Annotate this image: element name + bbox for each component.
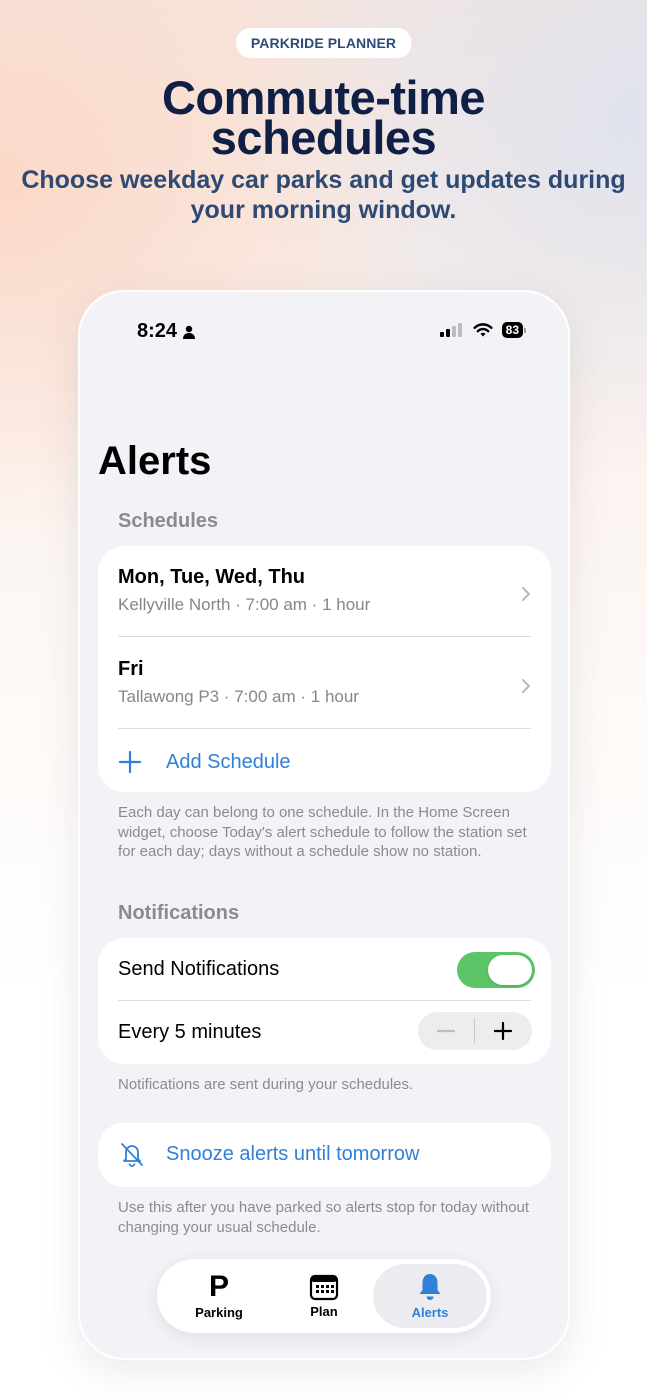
schedule-days: Fri bbox=[118, 658, 144, 680]
increment-button[interactable] bbox=[475, 1012, 531, 1050]
person-icon bbox=[183, 325, 196, 339]
chevron-right-icon bbox=[522, 679, 530, 693]
tab-parking[interactable]: P Parking bbox=[163, 1264, 275, 1328]
divider bbox=[118, 728, 531, 729]
app-name-badge: PARKRIDE PLANNER bbox=[235, 28, 412, 58]
schedules-footer: Each day can belong to one schedule. In … bbox=[118, 804, 527, 860]
snooze-row: Snooze alerts until tomorrow bbox=[118, 1140, 531, 1168]
plus-icon bbox=[118, 750, 142, 774]
snooze-label: Snooze alerts until tomorrow bbox=[166, 1142, 420, 1165]
bell-icon bbox=[419, 1274, 441, 1300]
interval-row: Every 5 minutes bbox=[98, 1000, 551, 1064]
tab-alerts[interactable]: Alerts bbox=[373, 1264, 487, 1328]
promo-headline: Commute-time schedules bbox=[0, 74, 647, 164]
phone-frame: 8:24 83 Alerts Schedules Mon, Tue, Wed, … bbox=[78, 290, 570, 1360]
notifications-header: Notifications bbox=[118, 902, 240, 924]
bell-slash-icon bbox=[121, 1143, 143, 1167]
add-schedule-button[interactable]: Add Schedule bbox=[118, 746, 531, 778]
plus-icon bbox=[494, 1022, 512, 1040]
snooze-button[interactable]: Snooze alerts until tomorrow bbox=[98, 1123, 551, 1187]
calendar-icon bbox=[309, 1274, 339, 1301]
schedule-details: Tallawong P3 · 7:00 am · 1 hour bbox=[118, 687, 359, 706]
add-schedule-label: Add Schedule bbox=[166, 750, 291, 773]
schedule-days: Mon, Tue, Wed, Thu bbox=[118, 566, 306, 588]
schedule-row-fri[interactable]: Fri Tallawong P3 · 7:00 am · 1 hour bbox=[118, 658, 531, 714]
notifications-card: Send Notifications Every 5 minutes bbox=[98, 938, 551, 1064]
notifications-footer: Notifications are sent during your sched… bbox=[118, 1076, 414, 1093]
chevron-right-icon bbox=[522, 587, 530, 601]
status-indicators: 83 bbox=[439, 322, 526, 338]
battery-tip bbox=[524, 327, 526, 333]
status-time: 8:24 bbox=[137, 320, 196, 343]
interval-stepper bbox=[418, 1012, 532, 1050]
minus-icon bbox=[437, 1029, 455, 1033]
tab-plan-label: Plan bbox=[310, 1304, 338, 1319]
battery-level: 83 bbox=[501, 322, 523, 338]
schedule-row-mon-thu[interactable]: Mon, Tue, Wed, Thu Kellyville North · 7:… bbox=[118, 566, 531, 622]
snooze-footer: Use this after you have parked so alerts… bbox=[118, 1199, 530, 1236]
schedule-details: Kellyville North · 7:00 am · 1 hour bbox=[118, 595, 371, 614]
tab-parking-label: Parking bbox=[195, 1305, 243, 1320]
send-notifications-toggle[interactable] bbox=[457, 952, 535, 988]
tab-plan[interactable]: Plan bbox=[268, 1264, 380, 1328]
promo-subhead: Choose weekday car parks and get updates… bbox=[21, 166, 626, 224]
tab-alerts-label: Alerts bbox=[411, 1305, 449, 1320]
page-title: Alerts bbox=[98, 439, 212, 483]
divider bbox=[118, 636, 531, 637]
parking-p-icon: P bbox=[208, 1270, 229, 1303]
battery-indicator: 83 bbox=[501, 322, 526, 338]
schedules-header: Schedules bbox=[118, 510, 219, 532]
wifi-icon bbox=[473, 322, 493, 336]
decrement-button[interactable] bbox=[418, 1012, 474, 1050]
headline-line-2: schedules bbox=[210, 111, 437, 164]
cellular-signal-icon bbox=[439, 323, 462, 337]
status-time-text: 8:24 bbox=[137, 320, 178, 342]
schedules-card: Mon, Tue, Wed, Thu Kellyville North · 7:… bbox=[98, 546, 551, 792]
toggle-knob bbox=[488, 955, 532, 985]
tab-bar: P Parking Plan Alerts bbox=[157, 1259, 491, 1333]
